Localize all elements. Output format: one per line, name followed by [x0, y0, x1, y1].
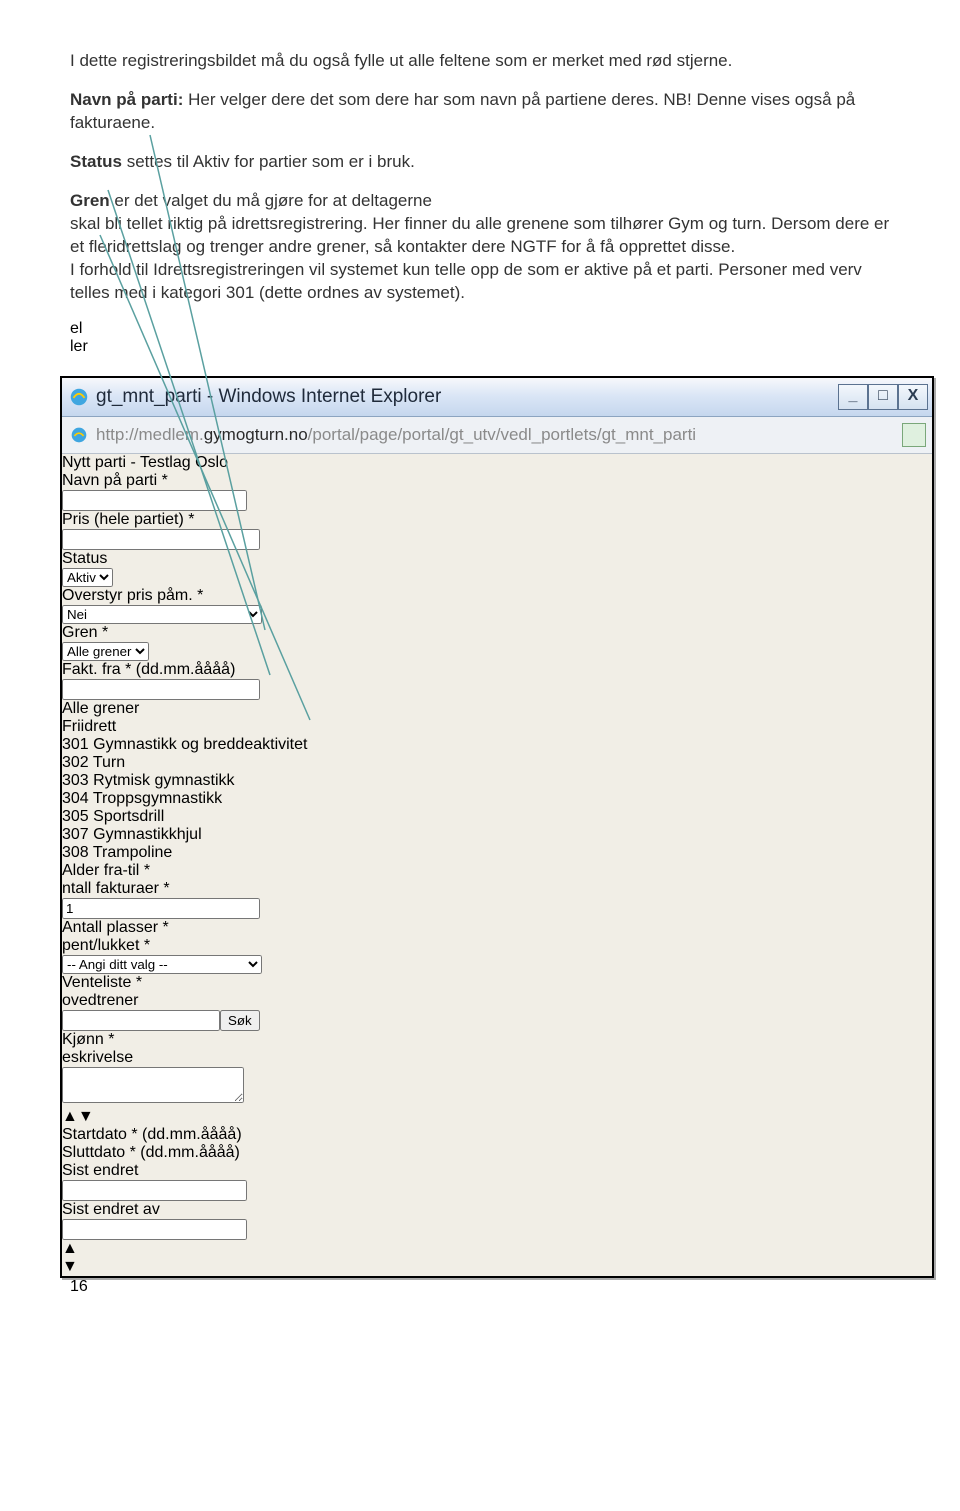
url-text[interactable]: http://medlem.gymogturn.no/portal/page/p…: [96, 425, 696, 445]
label-overstyr: Overstyr pris påm. *: [62, 587, 932, 605]
label-gren: Gren *: [62, 624, 932, 642]
window-close-button[interactable]: X: [898, 384, 928, 410]
input-faktfra[interactable]: [62, 679, 260, 700]
label-hovedtrener: ovedtrener: [62, 992, 932, 1010]
ie-page-icon: [68, 424, 90, 446]
textarea-beskrivelse[interactable]: [62, 1067, 244, 1103]
gren-option[interactable]: 307 Gymnastikkhjul: [62, 826, 932, 844]
scroll-up-button[interactable]: ▲: [62, 1240, 932, 1258]
address-bar: http://medlem.gymogturn.no/portal/page/p…: [62, 417, 932, 454]
form-panel: Navn på parti * Pris (hele partiet) * St…: [62, 472, 932, 1240]
gren-option[interactable]: Friidrett: [62, 718, 932, 736]
label-plasser: Antall plasser *: [62, 919, 932, 937]
select-gren[interactable]: Alle grener: [62, 642, 149, 661]
input-hovedtrener[interactable]: [62, 1010, 220, 1031]
select-apent[interactable]: -- Angi ditt valg --: [62, 955, 262, 974]
compat-view-icon[interactable]: [902, 423, 926, 447]
label-navn: Navn på parti *: [62, 472, 932, 490]
label-status: Status: [62, 550, 932, 568]
label-startdato: Startdato * (dd.mm.åååå): [62, 1126, 932, 1144]
gren-option[interactable]: 308 Trampoline: [62, 844, 932, 862]
instruction-text: I dette registreringsbildet må du også f…: [70, 50, 900, 304]
paragraph-4a: Gren er det valget du må gjøre for at de…: [70, 190, 900, 305]
window-titlebar: gt_mnt_parti - Windows Internet Explorer…: [62, 378, 932, 417]
form-title: Nytt parti - Testlag Oslo: [62, 454, 932, 472]
input-sistendretav: [62, 1219, 247, 1240]
textarea-scrollbar[interactable]: ▲▼: [62, 1108, 932, 1126]
label-antfakt: ntall fakturaer *: [62, 880, 932, 898]
label-sistendretav: Sist endret av: [62, 1201, 932, 1219]
gren-option[interactable]: 303 Rytmisk gymnastikk: [62, 772, 932, 790]
label-faktfra: Fakt. fra * (dd.mm.åååå): [62, 661, 932, 679]
paragraph-1: I dette registreringsbildet må du også f…: [70, 50, 900, 73]
gren-dropdown-list[interactable]: Alle grener Friidrett 301 Gymnastikk og …: [62, 700, 932, 862]
ie-logo-icon: [68, 386, 90, 408]
label-venteliste: Venteliste *: [62, 974, 932, 992]
label-alder: Alder fra-til *: [62, 862, 932, 880]
input-antfakt[interactable]: [62, 898, 260, 919]
select-overstyr[interactable]: Nei: [62, 605, 262, 624]
scroll-down-button[interactable]: ▼: [62, 1258, 932, 1276]
sok-button[interactable]: Søk: [220, 1010, 260, 1031]
select-status[interactable]: Aktiv: [62, 568, 113, 587]
label-apent: pent/lukket *: [62, 937, 932, 955]
ie-window: gt_mnt_parti - Windows Internet Explorer…: [60, 376, 934, 1278]
label-sistendret: Sist endret: [62, 1162, 932, 1180]
window-scrollbar[interactable]: ▲ ▼: [62, 1240, 932, 1276]
paragraph-3: Status settes til Aktiv for partier som …: [70, 151, 900, 174]
input-navn[interactable]: [62, 490, 247, 511]
gren-option[interactable]: 301 Gymnastikk og breddeaktivitet: [62, 736, 932, 754]
input-sistendret: [62, 1180, 247, 1201]
window-title: gt_mnt_parti - Windows Internet Explorer: [96, 386, 838, 408]
paragraph-2: Navn på parti: Her velger dere det som d…: [70, 89, 900, 135]
input-pris[interactable]: [62, 529, 260, 550]
gren-option[interactable]: 304 Troppsgymnastikk: [62, 790, 932, 808]
label-sluttdato: Sluttdato * (dd.mm.åååå): [62, 1144, 932, 1162]
page-number: 16: [70, 1278, 900, 1296]
background-peek-text: el ler: [70, 320, 900, 356]
label-kjonn: Kjønn *: [62, 1031, 932, 1049]
window-maximize-button[interactable]: □: [868, 384, 898, 410]
gren-option[interactable]: 305 Sportsdrill: [62, 808, 932, 826]
gren-option[interactable]: 302 Turn: [62, 754, 932, 772]
window-minimize-button[interactable]: _: [838, 384, 868, 410]
gren-option-selected[interactable]: Alle grener: [62, 700, 932, 718]
label-pris: Pris (hele partiet) *: [62, 511, 932, 529]
label-beskrivelse: eskrivelse: [62, 1049, 932, 1067]
